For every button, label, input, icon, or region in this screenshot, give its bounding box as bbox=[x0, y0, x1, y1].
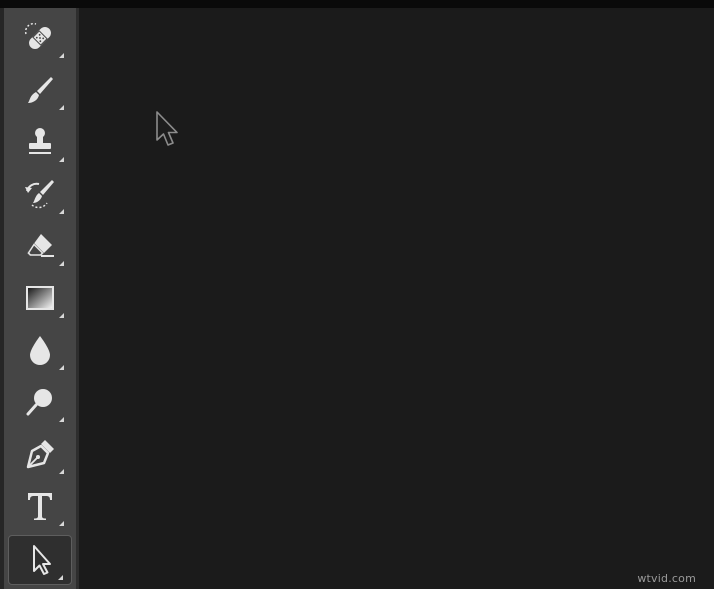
arrow-cursor-icon bbox=[23, 543, 57, 577]
stamp-icon bbox=[23, 125, 57, 159]
tool-pen[interactable] bbox=[8, 430, 72, 478]
submenu-indicator bbox=[59, 261, 64, 266]
submenu-indicator bbox=[59, 365, 64, 370]
app-window: wtvid.com bbox=[0, 0, 714, 589]
tool-gradient[interactable] bbox=[8, 274, 72, 322]
tool-path-selection[interactable] bbox=[8, 535, 72, 585]
tools-panel bbox=[4, 8, 77, 589]
pen-nib-icon bbox=[23, 437, 57, 471]
gradient-icon bbox=[23, 281, 57, 315]
submenu-indicator bbox=[59, 521, 64, 526]
type-icon bbox=[23, 489, 57, 523]
submenu-indicator bbox=[58, 575, 63, 580]
tool-healing-brush[interactable] bbox=[8, 14, 72, 62]
tool-history-brush[interactable] bbox=[8, 170, 72, 218]
drop-icon bbox=[23, 333, 57, 367]
top-bar bbox=[0, 0, 714, 8]
brush-icon bbox=[23, 73, 57, 107]
document-canvas[interactable] bbox=[79, 8, 714, 589]
eraser-icon bbox=[23, 229, 57, 263]
mouse-pointer-icon bbox=[156, 111, 178, 146]
submenu-indicator bbox=[59, 157, 64, 162]
history-brush-icon bbox=[23, 177, 57, 211]
tool-type[interactable] bbox=[8, 482, 72, 530]
submenu-indicator bbox=[59, 53, 64, 58]
tool-eraser[interactable] bbox=[8, 222, 72, 270]
tool-blur[interactable] bbox=[8, 326, 72, 374]
tool-clone-stamp[interactable] bbox=[8, 118, 72, 166]
tool-dodge[interactable] bbox=[8, 378, 72, 426]
dodge-icon bbox=[23, 385, 57, 419]
submenu-indicator bbox=[59, 209, 64, 214]
submenu-indicator bbox=[59, 417, 64, 422]
tool-brush[interactable] bbox=[8, 66, 72, 114]
bandage-icon bbox=[23, 21, 57, 55]
submenu-indicator bbox=[59, 105, 64, 110]
submenu-indicator bbox=[59, 469, 64, 474]
watermark: wtvid.com bbox=[637, 572, 696, 585]
submenu-indicator bbox=[59, 313, 64, 318]
